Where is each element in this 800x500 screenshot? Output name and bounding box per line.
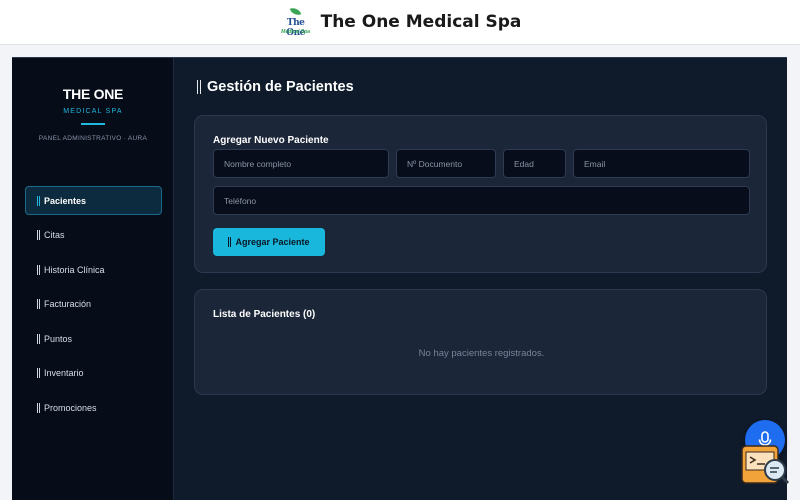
page-title: Gestión de Pacientes [197, 79, 354, 95]
site-header: The One Medical Spa The One Medical Spa [0, 0, 800, 45]
bar-icon [197, 80, 201, 94]
list-heading: Lista de Pacientes (0) [213, 309, 316, 320]
sidebar-item-promociones[interactable]: Promociones [25, 393, 162, 422]
sidebar-brand-subtitle: MEDICAL SPA [63, 108, 123, 115]
sidebar-item-label: Puntos [44, 333, 73, 344]
sidebar-item-label: Pacientes [44, 195, 87, 206]
sidebar: THE ONE MEDICAL SPA PANEL ADMINISTRATIVO… [12, 58, 174, 500]
main-content: Gestión de Pacientes Agregar Nuevo Pacie… [174, 58, 787, 500]
brand-divider [81, 123, 105, 125]
sidebar-item-label: Historia Clínica [44, 264, 105, 275]
name-field[interactable]: Nombre completo [213, 149, 389, 178]
bar-icon [37, 299, 40, 309]
sidebar-item-facturacion[interactable]: Facturación [25, 290, 162, 319]
chat-search-icon [741, 445, 790, 485]
site-title: The One Medical Spa [320, 12, 522, 32]
page-title-text: Gestión de Pacientes [207, 79, 354, 95]
bar-icon [37, 368, 40, 378]
leaf-icon [289, 5, 301, 18]
bar-icon [37, 195, 40, 206]
sidebar-item-puntos[interactable]: Puntos [25, 324, 162, 353]
logo-subtitle: Medical Spa [281, 29, 311, 35]
form-heading: Agregar Nuevo Paciente [213, 135, 329, 146]
sidebar-item-label: Facturación [44, 299, 92, 309]
sidebar-item-historia-clinica[interactable]: Historia Clínica [25, 255, 162, 284]
admin-app: THE ONE MEDICAL SPA PANEL ADMINISTRATIVO… [12, 57, 787, 500]
sidebar-item-label: Inventario [44, 368, 84, 378]
chat-search-widget[interactable] [741, 445, 791, 487]
phone-field[interactable]: Teléfono [213, 186, 750, 215]
patient-list-card: Lista de Pacientes (0) No hay pacientes … [194, 289, 767, 395]
bar-icon [228, 237, 232, 247]
panel-label: PANEL ADMINISTRATIVO · AURA [38, 135, 148, 142]
sidebar-item-citas[interactable]: Citas [25, 221, 162, 250]
age-field[interactable]: Edad [503, 149, 566, 178]
bar-icon [37, 264, 40, 275]
sidebar-item-pacientes[interactable]: Pacientes [25, 186, 162, 215]
sidebar-item-label: Citas [44, 230, 65, 240]
bar-icon [37, 402, 40, 413]
add-patient-button-label: Agregar Paciente [235, 237, 310, 247]
sidebar-item-label: Promociones [44, 402, 97, 413]
bar-icon [37, 230, 40, 240]
bar-icon [37, 333, 40, 344]
add-patient-button[interactable]: Agregar Paciente [213, 228, 325, 256]
logo-word: The One [286, 18, 305, 38]
sidebar-item-inventario[interactable]: Inventario [25, 359, 162, 388]
sidebar-brand: THE ONE MEDICAL SPA PANEL ADMINISTRATIVO… [12, 86, 174, 142]
sidebar-nav: Pacientes Citas Historia Clínica Factura… [25, 186, 162, 428]
document-field[interactable]: Nº Documento [396, 149, 496, 178]
empty-state: No hay pacientes registrados. [418, 348, 545, 359]
add-patient-card: Agregar Nuevo Paciente Nombre completo N… [194, 115, 767, 273]
sidebar-brand-title: THE ONE [62, 86, 124, 102]
email-field[interactable]: Email [573, 149, 750, 178]
brand-logo[interactable]: The One Medical Spa [279, 5, 313, 39]
